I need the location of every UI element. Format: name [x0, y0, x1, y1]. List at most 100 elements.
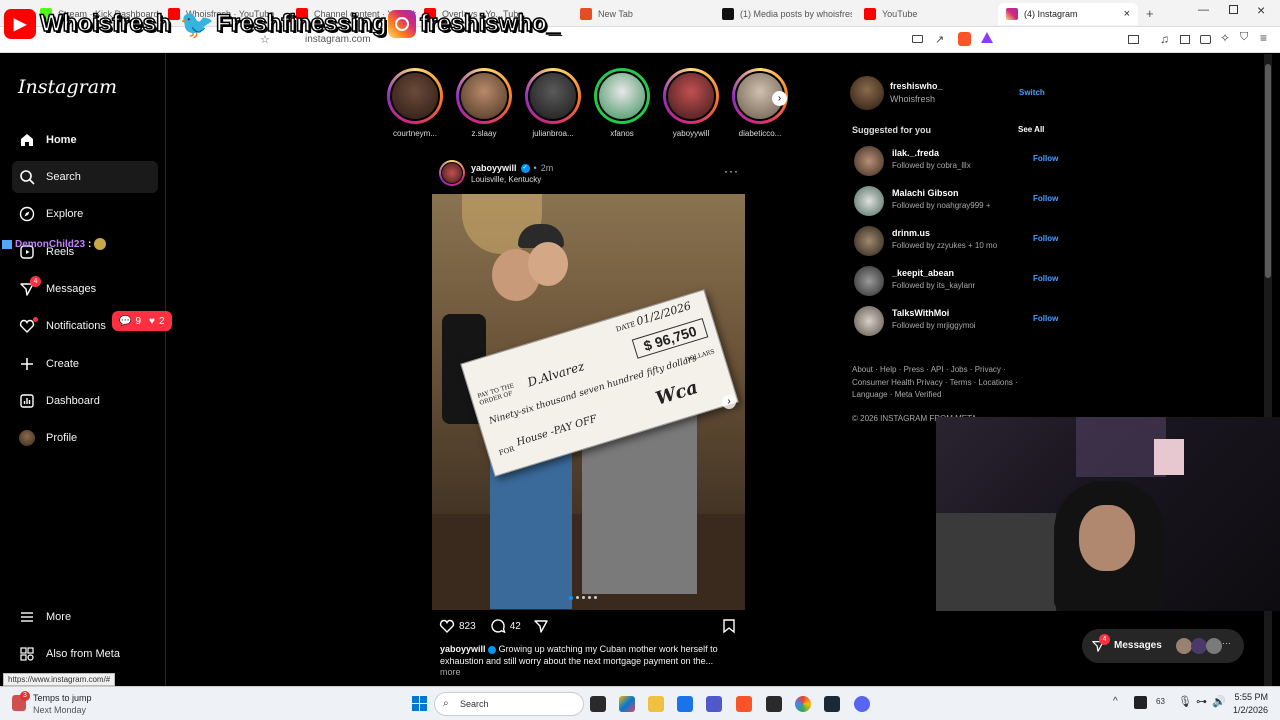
wallet-icon[interactable]: [1200, 35, 1211, 44]
file-explorer-icon[interactable]: [648, 696, 664, 712]
network-icon[interactable]: ⊶: [1196, 695, 1207, 708]
post-caption: yaboyywill Growing up watching my Cuban …: [440, 644, 718, 666]
stories-next-icon[interactable]: ›: [772, 91, 787, 106]
avatar[interactable]: [854, 146, 884, 176]
brave-icon[interactable]: [736, 696, 752, 712]
new-tab-icon[interactable]: +: [1146, 6, 1154, 21]
suggestion-row: TalksWithMoi Followed by mrjiggymoi Follow: [852, 304, 1058, 336]
save-icon[interactable]: [721, 618, 737, 634]
plus-icon: [21, 358, 33, 370]
share-icon[interactable]: ↗: [935, 33, 944, 46]
avatar[interactable]: [850, 76, 884, 110]
minimize-icon[interactable]: —: [1198, 4, 1209, 16]
sidebar-item-also-from-meta[interactable]: Also from Meta: [12, 638, 158, 670]
windows-start-icon[interactable]: [412, 696, 427, 711]
steam-icon[interactable]: [824, 696, 840, 712]
close-icon[interactable]: ×: [1124, 8, 1130, 20]
messages-badge: 4: [30, 276, 41, 287]
avatar[interactable]: [854, 226, 884, 256]
app-icon[interactable]: [766, 696, 782, 712]
vpn-icon[interactable]: ⛉: [1240, 31, 1248, 44]
suggestion-row: _keepit_abean Followed by its_kaylanr Foll…: [852, 264, 1058, 296]
split-view-icon[interactable]: [1180, 35, 1190, 44]
browser-tab[interactable]: New Tab: [580, 3, 710, 25]
tray-chevron-icon[interactable]: ^: [1113, 696, 1118, 707]
stream-chat-message: DemonChild23 :: [2, 238, 107, 250]
story-item[interactable]: yaboyywill: [661, 68, 721, 138]
post-avatar[interactable]: [439, 160, 465, 186]
sidebar-item-create[interactable]: Create: [12, 348, 158, 380]
sidebar-item-explore[interactable]: Explore: [12, 198, 158, 230]
caption-more-link[interactable]: more: [440, 667, 461, 677]
account-username[interactable]: freshiswho_: [890, 81, 943, 91]
taskbar-search[interactable]: ⌕ Search: [434, 692, 584, 716]
task-view-icon[interactable]: [590, 696, 606, 712]
messages-floating-button[interactable]: 4 Messages ···: [1082, 629, 1244, 663]
clock-date[interactable]: 1/2/2026: [1232, 705, 1268, 715]
avatar[interactable]: [854, 266, 884, 296]
switch-account-link[interactable]: Switch: [1019, 88, 1045, 97]
sidebar-item-messages[interactable]: Messages 4: [12, 273, 158, 305]
discord-icon[interactable]: [854, 696, 870, 712]
home-icon: [21, 134, 33, 146]
obs-icon[interactable]: [1134, 696, 1147, 709]
more-icon[interactable]: ···: [1222, 638, 1231, 648]
sidebar-item-dashboard[interactable]: Dashboard: [12, 385, 158, 417]
hamburger-icon: [21, 612, 33, 622]
youtube-icon: [864, 8, 876, 20]
copilot-icon[interactable]: [619, 696, 635, 712]
story-item[interactable]: julianbroa...: [523, 68, 583, 138]
store-icon[interactable]: [677, 696, 693, 712]
comment-icon[interactable]: [490, 618, 506, 634]
avatar[interactable]: [854, 306, 884, 336]
teams-icon[interactable]: [706, 696, 722, 712]
person-face: [528, 242, 568, 286]
restore-icon[interactable]: [1229, 5, 1238, 14]
volume-icon[interactable]: 🔊: [1212, 695, 1226, 708]
browser-tab-active[interactable]: (4) Instagram ×: [998, 3, 1138, 25]
story-item[interactable]: courtneym...: [385, 68, 445, 138]
like-icon[interactable]: [439, 618, 455, 634]
sidebar-item-home[interactable]: Home: [12, 124, 158, 156]
webcam-person-face: [1079, 505, 1135, 571]
post-image[interactable]: DATE 01/2/2026 PAY TO THE ORDER OF D.Alv…: [432, 194, 745, 610]
brave-shield-icon[interactable]: [958, 32, 971, 46]
weather-subtext: Next Monday: [33, 705, 87, 715]
browser-tab[interactable]: (1) Media posts by whoisfresh: [722, 3, 852, 25]
search-icon: [20, 170, 35, 185]
suggested-heading: Suggested for you: [852, 125, 932, 135]
music-icon[interactable]: ♫: [1160, 32, 1169, 46]
screen-icon[interactable]: [912, 35, 923, 43]
post-options-icon[interactable]: ···: [724, 164, 739, 178]
share-icon[interactable]: [533, 618, 549, 634]
story-item[interactable]: xfanos: [592, 68, 652, 138]
sidebar-item-search[interactable]: Search: [12, 161, 158, 193]
suggestion-row: ilak._.freda Followed by cobra_lllx Follow: [852, 144, 1058, 176]
post-location[interactable]: Louisville, Kentucky: [471, 175, 541, 184]
browser-tab[interactable]: YouTube: [864, 3, 984, 25]
footer-links: About · Help · Press · API · Jobs · Priv…: [852, 365, 1018, 399]
see-all-link[interactable]: See All: [1018, 125, 1044, 134]
close-window-icon[interactable]: ×: [1257, 2, 1265, 18]
post-username[interactable]: yaboyywill: [471, 163, 517, 173]
notification-popup[interactable]: 💬 9 ♥ 2: [112, 311, 172, 331]
clock-time[interactable]: 5:55 PM: [1232, 692, 1268, 702]
avatar[interactable]: [854, 186, 884, 216]
leo-icon[interactable]: ✧: [1220, 31, 1230, 45]
story-item[interactable]: z.slaay: [454, 68, 514, 138]
sidebar-item-profile[interactable]: Profile: [12, 422, 158, 454]
weather-badge: 3: [20, 691, 30, 701]
taskbar: 3 Temps to jump Next Monday ⌕ Search ^ 6…: [0, 686, 1280, 720]
sidebar-item-more[interactable]: More: [12, 601, 158, 633]
rewards-icon[interactable]: [981, 32, 993, 43]
mic-icon[interactable]: 🎙: [1178, 695, 1192, 708]
weather-text[interactable]: Temps to jump: [33, 693, 92, 703]
scrollbar-thumb[interactable]: [1265, 64, 1271, 278]
menu-icon[interactable]: ≡: [1260, 31, 1267, 45]
chrome-icon[interactable]: [795, 696, 811, 712]
notification-dot: [33, 317, 38, 322]
carousel-dots: [569, 596, 597, 600]
instagram-logo[interactable]: Instagram: [18, 76, 117, 98]
sidebar-panel-icon[interactable]: [1128, 35, 1139, 44]
carousel-next-icon[interactable]: ›: [722, 395, 736, 409]
